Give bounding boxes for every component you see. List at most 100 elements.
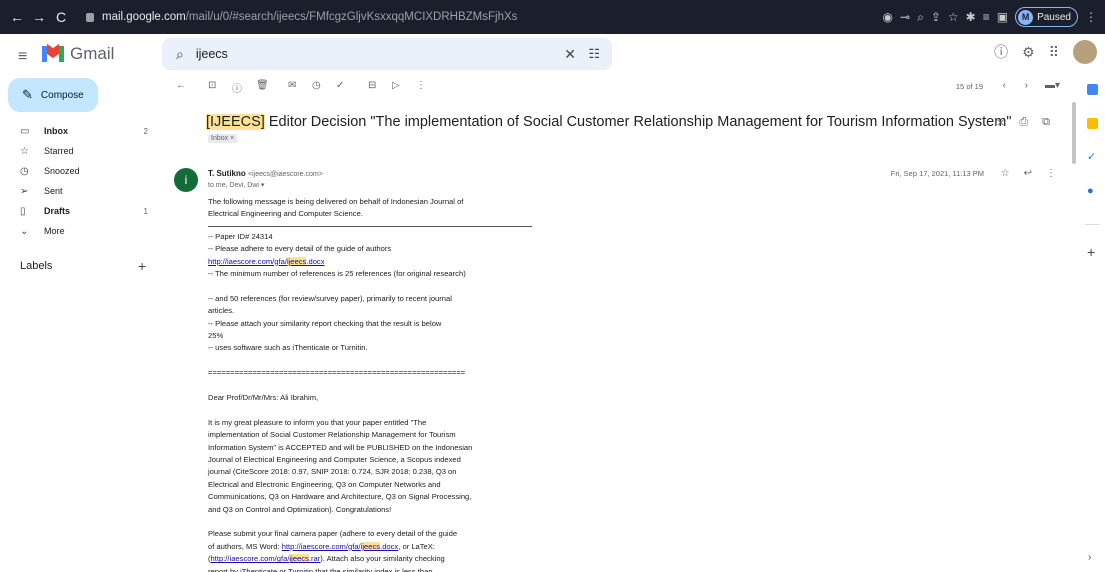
eye-icon[interactable]: ◉ [883,10,893,24]
email-date: Fri, Sep 17, 2021, 11:13 PM [890,169,984,178]
sidebar-item-starred[interactable]: ☆ Starred [0,142,160,160]
draft-icon: ▯ [20,205,26,217]
new-window-icon[interactable]: ⧉ [1042,116,1050,129]
bookmark-star-icon[interactable]: ☆ [948,10,959,24]
sidepanel-icon[interactable]: ▣ [997,10,1008,24]
side-panel: ✓ ● + › [1080,74,1105,572]
body-line: It is my great pleasure to inform you th… [208,417,427,427]
body-line: http://iaescore.com/gfa/ijeecs.docx [208,256,518,268]
body-line: -- uses software such as iThenticate or … [208,343,368,353]
back-to-list-icon[interactable]: ← [176,80,186,91]
search-bar[interactable]: ⌕ ✕ ☷ [162,38,612,70]
body-line: Electrical Engineering and Computer Scie… [208,209,363,219]
sidebar: ✎ Compose ▭ Inbox 2 ☆ Starred ◷ Snoozed … [0,74,160,572]
message-more-icon[interactable]: ⋮ [1046,168,1056,179]
show-panel-chevron-icon[interactable]: › [1088,552,1091,563]
sidebar-item-label: Sent [44,186,63,196]
browser-menu-icon[interactable]: ⋮ [1085,10,1097,24]
body-divider [208,225,532,227]
puzzle-icon[interactable]: ✱ [966,10,976,24]
delete-icon[interactable]: 🗑 [256,80,269,91]
clear-search-icon[interactable]: ✕ [564,46,576,63]
profile-status: Paused [1037,11,1071,23]
profile-button[interactable]: M Paused [1015,7,1078,27]
sender-email: <ijeecs@iaescore.com> [248,171,323,178]
url-path: /mail/u/0/#search/ijeecs/FMfcgzGljvKsxxq… [185,11,518,23]
queue-icon[interactable]: ≡ [983,10,990,24]
add-label-icon[interactable]: + [138,258,146,274]
body-line: -- Please adhere to every detail of the … [208,244,392,254]
main-menu-icon[interactable]: ≡ [18,48,27,66]
latex-template-link[interactable]: http://iaescore.com/gfa/ijeecs.rar [211,554,320,564]
archive-icon[interactable]: ⊡ [208,80,216,91]
apps-grid-icon[interactable]: ⠿ [1049,44,1059,61]
body-line: -- and 50 references (for review/survey … [208,293,452,303]
reply-icon[interactable]: ↩ [1024,168,1032,179]
add-task-icon[interactable]: ✓ [336,80,344,91]
body-line: (http://iaescore.com/gfa/ijeecs.rar). At… [208,554,445,564]
tasks-icon[interactable]: ✓ [1087,152,1098,163]
snooze-icon[interactable]: ◷ [312,80,321,91]
subject-tag: IJEECS [210,114,261,130]
account-avatar[interactable] [1073,40,1097,64]
message-toolbar: ← ⊡ ⓘ 🗑 ✉ ◷ ✓ ⊟ ▷ ⋮ 15 of 19 ‹ › ▬▾ [164,74,1078,100]
body-line: of authors, MS Word: http://iaescore.com… [208,541,435,551]
labels-heading: Labels [20,260,53,272]
keep-icon[interactable] [1087,118,1098,129]
contacts-icon[interactable]: ● [1087,186,1098,197]
newer-icon[interactable]: ‹ [1003,80,1006,91]
sidebar-item-more[interactable]: ⌄ More [0,222,160,240]
label-icon[interactable]: ▷ [392,80,400,91]
compose-button[interactable]: ✎ Compose [8,78,98,112]
search-input[interactable] [195,47,536,61]
zoom-icon[interactable]: ⌕ [917,10,924,25]
print-icon[interactable]: ⎙ [1019,116,1028,129]
url-host: mail.google.com [102,11,186,23]
address-bar[interactable]: mail.google.com/mail/u/0/#search/ijeecs/… [86,4,826,30]
sidebar-item-snoozed[interactable]: ◷ Snoozed [0,162,160,180]
sidebar-item-label: Inbox [44,126,68,136]
support-icon[interactable]: ⓘ [994,42,1008,62]
report-spam-icon[interactable]: ⓘ [232,80,242,95]
body-line: Dear Prof/Dr/Mr/Mrs: Ali Ibrahim, [208,393,319,403]
recipients-text: to me, Devi, Dwi [208,182,259,189]
sidebar-item-drafts[interactable]: ▯ Drafts 1 [0,202,160,220]
body-line: 25% [208,331,224,341]
sidebar-item-inbox[interactable]: ▭ Inbox 2 [0,122,160,140]
key-icon[interactable]: ⊸ [900,10,910,24]
more-options-icon[interactable]: ⋮ [416,80,426,91]
collapse-icon[interactable]: ⨯ [996,116,1005,129]
settings-gear-icon[interactable]: ⚙ [1022,44,1035,61]
gmail-logo[interactable]: Gmail [42,43,114,64]
chevron-down-icon: ⌄ [20,225,29,237]
back-icon[interactable]: ← [6,9,28,25]
sidebar-item-sent[interactable]: ➢ Sent [0,182,160,200]
share-icon[interactable]: ⇪ [931,10,941,24]
calendar-icon[interactable] [1087,84,1098,95]
add-addon-icon[interactable]: + [1087,244,1095,260]
sidebar-item-count: 1 [143,206,148,216]
inbox-label-chip[interactable]: Inbox × [208,134,238,143]
guide-link[interactable]: http://iaescore.com/gfa/ijeecs.docx [208,256,325,266]
sidebar-item-label: Drafts [44,206,71,216]
sender-avatar[interactable]: i [174,168,198,192]
reload-icon[interactable]: C [50,9,72,25]
word-template-link[interactable]: http://iaescore.com/gfa/ijeecs.docx [282,541,398,551]
body-line: journal (CiteScore 2018: 0.97, SNIP 2018… [208,467,457,477]
subject-actions: ⨯ ⎙ ⧉ [996,116,1050,129]
search-options-icon[interactable]: ☷ [588,46,600,62]
forward-icon[interactable]: → [28,9,50,25]
input-tools-icon[interactable]: ▬▾ [1045,80,1060,91]
star-icon: ☆ [20,145,29,157]
search-icon[interactable]: ⌕ [176,46,184,63]
send-icon: ➢ [20,185,29,197]
move-to-icon[interactable]: ⊟ [368,80,376,91]
scrollbar-thumb[interactable] [1072,102,1076,164]
sender-name[interactable]: T. Sutikno [208,169,246,178]
message-view: ← ⊡ ⓘ 🗑 ✉ ◷ ✓ ⊟ ▷ ⋮ 15 of 19 ‹ › ▬▾ [IJE… [164,74,1078,572]
older-icon[interactable]: › [1025,80,1028,91]
mark-unread-icon[interactable]: ✉ [288,80,296,91]
body-line: -- Please attach your similarity report … [208,318,442,328]
recipients-line[interactable]: to me, Devi, Dwi ▾ [208,181,264,189]
star-icon[interactable]: ☆ [1001,168,1010,179]
